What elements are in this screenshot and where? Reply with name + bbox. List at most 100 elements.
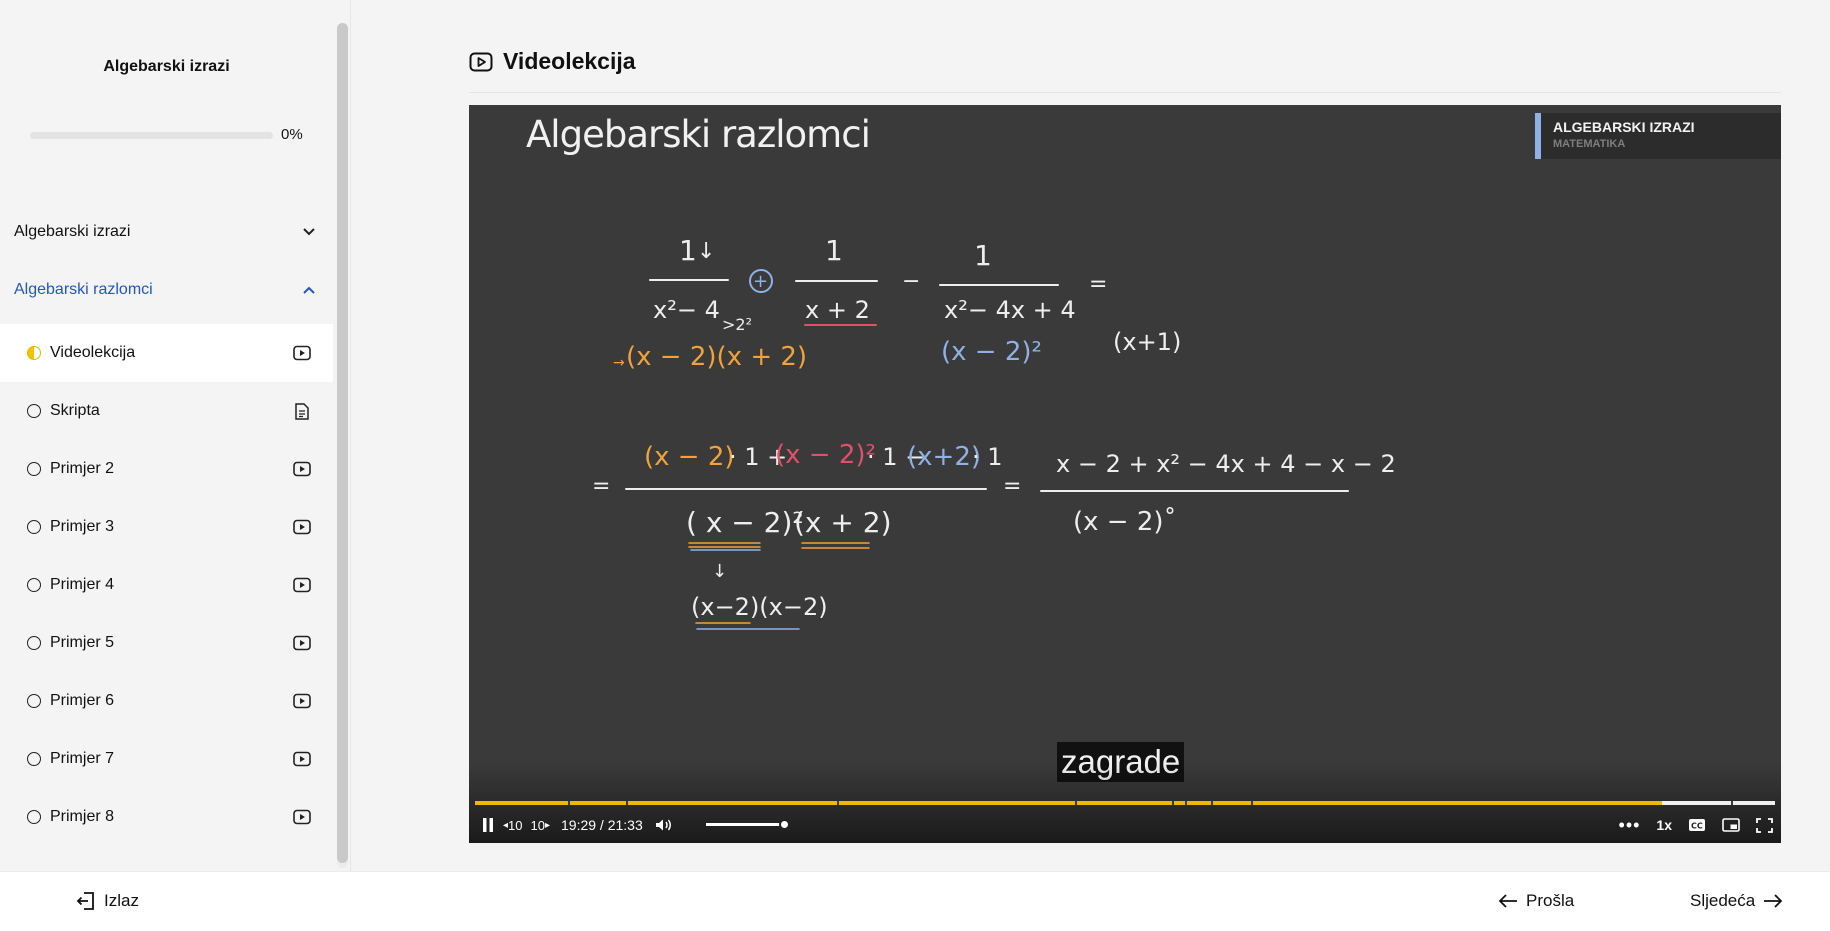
fullscreen-icon[interactable]	[1756, 817, 1773, 833]
lesson-item-primjer-2[interactable]: Primjer 2	[0, 440, 333, 498]
svg-text:(x − 2): (x − 2)	[644, 442, 735, 472]
svg-text:−: −	[902, 269, 920, 294]
skip-forward-button[interactable]: 10 ▸	[531, 818, 551, 833]
lesson-list: Videolekcija Skripta Primjer 2 Primjer 3…	[0, 324, 333, 846]
exit-button[interactable]: Izlaz	[76, 891, 139, 911]
svg-text:(x − 2)²: (x − 2)²	[941, 337, 1042, 367]
sidebar-scrollbar[interactable]	[337, 23, 348, 868]
svg-text:↓: ↓	[712, 561, 727, 582]
lesson-item-primjer-7[interactable]: Primjer 7	[0, 730, 333, 788]
svg-text:x + 2: x + 2	[805, 296, 870, 324]
lesson-item-primjer-3[interactable]: Primjer 3	[0, 498, 333, 556]
lesson-item-primjer-4[interactable]: Primjer 4	[0, 556, 333, 614]
svg-text:1: 1	[974, 239, 992, 272]
skip-back-button[interactable]: ◂ 10	[503, 818, 523, 833]
seek-bar[interactable]	[475, 801, 1775, 805]
progress-track	[30, 132, 273, 139]
svg-text:↓: ↓	[697, 239, 715, 264]
chalkboard-drawing: ↓ 1 x²− 4 >2² + 1 x + 2 − 1 x²− 4x + 4 =…	[592, 234, 1396, 630]
previous-label: Prošla	[1526, 891, 1575, 910]
volume-icon[interactable]	[655, 818, 673, 832]
lesson-item-videolekcija[interactable]: Videolekcija	[0, 324, 333, 382]
sidebar-scrollbar-thumb[interactable]	[337, 23, 348, 863]
video-title: Algebarski razlomci	[526, 113, 871, 156]
exit-label: Izlaz	[104, 891, 139, 910]
svg-text:→: →	[613, 355, 625, 371]
svg-text:+: +	[753, 271, 768, 292]
lesson-item-skripta[interactable]: Skripta	[0, 382, 333, 440]
svg-text:(x + 2): (x + 2)	[794, 506, 892, 539]
volume-slider[interactable]	[706, 819, 790, 830]
title-divider	[469, 92, 1781, 93]
lesson-label: Primjer 4	[50, 576, 115, 593]
status-not-started-icon	[27, 752, 41, 766]
status-not-started-icon	[27, 462, 41, 476]
status-not-started-icon	[27, 694, 41, 708]
svg-text:x − 2 + x² − 4x + 4 − x − 2: x − 2 + x² − 4x + 4 − x − 2	[1056, 450, 1396, 478]
svg-text:· 1: · 1	[972, 443, 1003, 471]
status-in-progress-icon	[27, 346, 41, 360]
video-icon	[293, 461, 311, 477]
video-icon	[469, 52, 493, 72]
video-icon	[293, 635, 311, 651]
volume-slider-handle[interactable]	[779, 819, 790, 830]
course-title: Algebarski izrazi	[103, 58, 230, 75]
lesson-label: Videolekcija	[50, 344, 136, 361]
lesson-label: Primjer 5	[50, 634, 115, 651]
lesson-item-primjer-8[interactable]: Primjer 8	[0, 788, 333, 846]
chapter-marker	[626, 801, 628, 805]
svg-text:(x+2): (x+2)	[907, 442, 981, 472]
video-icon	[293, 693, 311, 709]
sidebar-divider	[350, 0, 351, 871]
page-title-text: Videolekcija	[503, 48, 636, 74]
chevron-up-icon	[302, 283, 316, 297]
svg-text:x²− 4: x²− 4	[653, 296, 720, 324]
chevron-down-icon	[302, 225, 316, 239]
svg-text:(x − 2)˚: (x − 2)˚	[1073, 507, 1177, 537]
closed-captions-icon[interactable]: CC	[1688, 818, 1706, 832]
lesson-item-primjer-6[interactable]: Primjer 6	[0, 672, 333, 730]
svg-text:1: 1	[825, 234, 843, 267]
svg-text:=: =	[1003, 474, 1021, 499]
topic-label: ALGEBARSKI IZRAZI	[1553, 119, 1695, 135]
next-button[interactable]: Sljedeća	[1690, 891, 1783, 911]
chapter-marker	[1731, 801, 1733, 805]
progress-percent: 0%	[281, 126, 303, 143]
document-icon	[293, 402, 311, 420]
svg-text:>2²: >2²	[722, 315, 752, 334]
sidebar: Algebarski izrazi 0% Algebarski izrazi A…	[0, 0, 350, 871]
more-options-icon[interactable]: •••	[1619, 815, 1641, 836]
video-icon	[293, 751, 311, 767]
arrow-left-icon	[1498, 894, 1517, 908]
playback-speed-button[interactable]: 1x	[1656, 817, 1672, 833]
lesson-label: Skripta	[50, 402, 100, 419]
pause-icon[interactable]	[481, 817, 495, 833]
lesson-item-primjer-5[interactable]: Primjer 5	[0, 614, 333, 672]
status-not-started-icon	[27, 520, 41, 534]
skip-forward-label: 10	[530, 817, 545, 833]
previous-button[interactable]: Prošla	[1498, 891, 1574, 911]
lesson-label: Primjer 3	[50, 518, 115, 535]
section-label: Algebarski razlomci	[14, 281, 153, 298]
chapter-marker	[1172, 801, 1174, 805]
footer-bar: Izlaz Prošla Sljedeća	[0, 871, 1830, 931]
svg-text:1: 1	[679, 234, 697, 267]
video-icon	[293, 345, 311, 361]
player-right-controls: ••• 1x CC	[1619, 811, 1773, 839]
svg-text:(x−2)(x−2): (x−2)(x−2)	[691, 593, 828, 621]
lesson-label: Primjer 7	[50, 750, 115, 767]
status-not-started-icon	[27, 404, 41, 418]
chapter-marker	[1211, 801, 1213, 805]
lesson-label: Primjer 2	[50, 460, 115, 477]
section-algebarski-izrazi[interactable]: Algebarski izrazi	[14, 220, 316, 244]
picture-in-picture-icon[interactable]	[1722, 818, 1740, 832]
section-algebarski-razlomci[interactable]: Algebarski razlomci	[14, 278, 316, 302]
svg-text:(x − 2)²: (x − 2)²	[775, 440, 876, 470]
video-player[interactable]: ↓ 1 x²− 4 >2² + 1 x + 2 − 1 x²− 4x + 4 =…	[469, 105, 1781, 843]
course-progress: 0%	[30, 125, 305, 145]
status-not-started-icon	[27, 810, 41, 824]
chapter-marker	[568, 801, 570, 805]
svg-text:( x − 2)²: ( x − 2)²	[686, 506, 804, 539]
next-label: Sljedeća	[1690, 891, 1756, 910]
status-not-started-icon	[27, 578, 41, 592]
